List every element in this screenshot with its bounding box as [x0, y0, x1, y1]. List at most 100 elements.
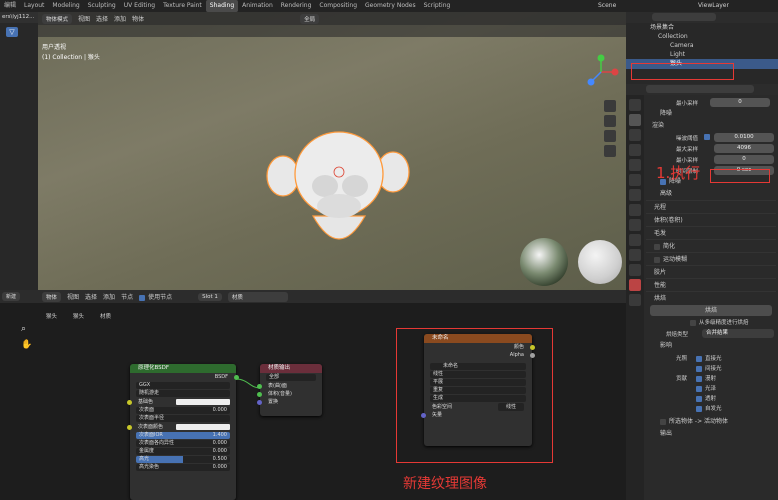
- sss-color-swatch[interactable]: [176, 424, 230, 430]
- tab-edit[interactable]: 编辑: [0, 0, 20, 12]
- properties-search-input[interactable]: [646, 85, 754, 93]
- view-layer-tab-icon[interactable]: [629, 144, 641, 156]
- emission-checkbox[interactable]: [696, 405, 702, 412]
- camera-icon[interactable]: [604, 130, 616, 142]
- influence-section[interactable]: 影响: [646, 340, 776, 352]
- physics-tab-icon[interactable]: [629, 234, 641, 246]
- zoom-icon-node[interactable]: ⌕: [21, 324, 26, 334]
- specular-tint-field[interactable]: 高光染色 0.000: [136, 464, 230, 471]
- tab-animation[interactable]: Animation: [238, 0, 277, 12]
- bake-button[interactable]: 烘焙: [650, 305, 772, 316]
- tab-rendering[interactable]: Rendering: [277, 0, 316, 12]
- scene-collection[interactable]: 场景集合: [626, 23, 778, 32]
- menu-add[interactable]: 添加: [114, 14, 126, 23]
- bake-from-multires-checkbox[interactable]: [690, 319, 696, 326]
- diffuse-checkbox[interactable]: [696, 375, 702, 382]
- noise-threshold-checkbox[interactable]: [704, 134, 710, 140]
- outliner-search-input[interactable]: [652, 13, 716, 21]
- grid-icon[interactable]: [604, 145, 616, 157]
- hand-icon-node[interactable]: ✋: [21, 340, 32, 350]
- base-color-socket[interactable]: [127, 399, 132, 405]
- subsurface-field[interactable]: 次表面 0.000: [136, 407, 230, 414]
- hand-icon[interactable]: [604, 115, 616, 127]
- performance-section[interactable]: 性能: [646, 278, 776, 291]
- transmission-checkbox[interactable]: [696, 395, 702, 402]
- subsurface-method-select[interactable]: 随机游走: [136, 390, 230, 397]
- tab-layout[interactable]: Layout: [20, 0, 48, 12]
- menu-object[interactable]: 物体: [132, 14, 144, 23]
- base-color-swatch[interactable]: [176, 399, 230, 405]
- particles-tab-icon[interactable]: [629, 219, 641, 231]
- modifier-tab-icon[interactable]: [629, 204, 641, 216]
- outliner-item-light[interactable]: Light: [626, 50, 778, 59]
- tab-texture-paint[interactable]: Texture Paint: [159, 0, 206, 12]
- volumes-section[interactable]: 体积(卷积): [646, 213, 776, 226]
- new-button[interactable]: 新建: [2, 292, 21, 301]
- render-tab-icon[interactable]: [629, 114, 641, 126]
- surface-socket[interactable]: [257, 383, 262, 389]
- monkey-mesh[interactable]: [263, 124, 413, 269]
- 3d-viewport[interactable]: 物体模式 视图 选择 添加 物体 全局 用户透视 (1) Collection …: [38, 12, 626, 290]
- menu-select[interactable]: 选择: [96, 14, 108, 23]
- tool-tab-icon[interactable]: [629, 99, 641, 111]
- sss-ior-field[interactable]: 次表面IOR 1.400: [136, 432, 230, 439]
- tab-geometry-nodes[interactable]: Geometry Nodes: [361, 0, 420, 12]
- material-output-node[interactable]: 材质输出 全部 表(曲)面 体积(音量) 置换: [257, 364, 322, 416]
- view-layer-selector[interactable]: ViewLayer: [698, 2, 729, 9]
- simplify-checkbox[interactable]: [654, 243, 660, 250]
- selected-to-active-checkbox[interactable]: [660, 418, 666, 425]
- displacement-socket[interactable]: [257, 399, 262, 405]
- distribution-select[interactable]: GGX: [136, 382, 230, 389]
- navigation-gizmo[interactable]: [581, 52, 621, 92]
- tab-compositing[interactable]: Compositing: [315, 0, 361, 12]
- outliner-item-collection[interactable]: Collection: [626, 32, 778, 41]
- motion-blur-checkbox[interactable]: [654, 256, 660, 263]
- hair-section[interactable]: 毛发: [646, 226, 776, 239]
- constraints-tab-icon[interactable]: [629, 249, 641, 261]
- shader-editor[interactable]: 物体 视图 选择 添加 节点 使用节点 Slot 1 材质 猴头 猴头 材质 原…: [38, 290, 626, 500]
- transform-orientation[interactable]: 全局: [300, 13, 320, 24]
- sss-color-socket[interactable]: [127, 424, 132, 430]
- bake-type-select[interactable]: 合并结果: [702, 329, 774, 338]
- principled-bsdf-node[interactable]: 原理化BSDF BSDF GGX 随机游走 基础色 次表面 0.000 次表面半径…: [127, 364, 239, 500]
- indirect-light-checkbox[interactable]: [696, 365, 702, 372]
- zoom-icon[interactable]: [604, 100, 616, 112]
- metallic-field[interactable]: 金属度 0.000: [136, 448, 230, 455]
- texture-tab-icon[interactable]: [629, 294, 641, 306]
- min-samples-field-2[interactable]: 0: [714, 155, 774, 164]
- advanced-section[interactable]: 高级: [646, 188, 776, 200]
- min-samples-field[interactable]: 0: [710, 98, 770, 107]
- tab-modeling[interactable]: Modeling: [48, 0, 83, 12]
- menu-view[interactable]: 视图: [78, 14, 90, 23]
- volume-socket[interactable]: [257, 391, 262, 397]
- output-tab-icon[interactable]: [629, 129, 641, 141]
- max-samples-field[interactable]: 4096: [714, 144, 774, 153]
- tab-sculpting[interactable]: Sculpting: [84, 0, 120, 12]
- tab-uv-editing[interactable]: UV Editing: [120, 0, 159, 12]
- tab-shading[interactable]: Shading: [205, 0, 239, 12]
- outliner-item-camera[interactable]: Camera: [626, 41, 778, 50]
- material-tab-icon[interactable]: [629, 279, 641, 291]
- object-tab-icon[interactable]: [629, 189, 641, 201]
- world-tab-icon[interactable]: [629, 174, 641, 186]
- scene-selector[interactable]: Scene: [598, 2, 616, 9]
- bake-section[interactable]: 烘焙: [646, 291, 776, 304]
- sss-anisotropy-field[interactable]: 次表面各向异性 0.000: [136, 440, 230, 447]
- subsurface-radius-field[interactable]: 次表面半径: [136, 415, 230, 422]
- output-section[interactable]: 输出: [646, 428, 776, 440]
- denoise-section[interactable]: 降噪: [646, 108, 776, 120]
- filter-icon[interactable]: ▽: [6, 27, 18, 37]
- direct-light-checkbox[interactable]: [696, 355, 702, 362]
- film-section[interactable]: 胶片: [646, 265, 776, 278]
- light-paths-section[interactable]: 光程: [646, 200, 776, 213]
- file-path[interactable]: ers\lyj112...: [0, 12, 38, 23]
- glossy-checkbox[interactable]: [696, 385, 702, 392]
- noise-threshold-field[interactable]: 0.0100: [714, 133, 774, 142]
- data-tab-icon[interactable]: [629, 264, 641, 276]
- tab-scripting[interactable]: Scripting: [420, 0, 455, 12]
- mode-selector[interactable]: 物体模式: [42, 13, 73, 24]
- output-target-select[interactable]: 全部: [266, 374, 316, 381]
- render-section[interactable]: 渲染: [646, 120, 776, 132]
- scene-tab-icon[interactable]: [629, 159, 641, 171]
- bsdf-out-socket[interactable]: [234, 374, 239, 380]
